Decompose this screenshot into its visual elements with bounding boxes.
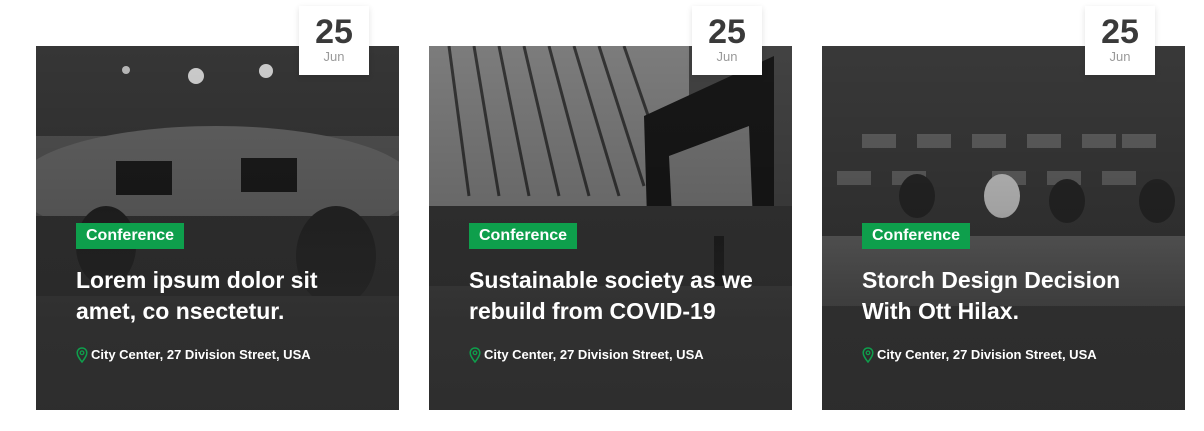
date-box: 25 Jun — [692, 6, 762, 75]
date-month: Jun — [323, 49, 345, 64]
location-text: City Center, 27 Division Street, USA — [91, 347, 311, 362]
category-badge[interactable]: Conference — [76, 223, 185, 249]
category-badge[interactable]: Conference — [469, 223, 578, 249]
event-card[interactable]: 25 Jun Conference Sustainable society as… — [429, 6, 792, 410]
date-day: 25 — [315, 13, 353, 51]
date-box: 25 Jun — [1085, 6, 1155, 75]
map-pin-icon — [469, 347, 481, 363]
event-card[interactable]: 25 Jun Conference Lorem ipsum dolor sit … — [36, 6, 399, 410]
location-text: City Center, 27 Division Street, USA — [484, 347, 704, 362]
event-cards-row: 25 Jun Conference Lorem ipsum dolor sit … — [0, 0, 1204, 431]
event-location: City Center, 27 Division Street, USA — [862, 346, 1097, 364]
date-box: 25 Jun — [299, 6, 369, 75]
event-title[interactable]: Lorem ipsum dolor sit amet, co nsectetur… — [76, 265, 366, 327]
event-title[interactable]: Sustainable society as we rebuild from C… — [469, 265, 759, 327]
date-month: Jun — [1109, 49, 1131, 64]
category-badge[interactable]: Conference — [862, 223, 971, 249]
event-card[interactable]: 25 Jun Conference Storch Design Decision… — [822, 6, 1185, 410]
map-pin-icon — [76, 347, 88, 363]
date-month: Jun — [716, 49, 738, 64]
event-location: City Center, 27 Division Street, USA — [469, 346, 704, 364]
event-title[interactable]: Storch Design Decision With Ott Hilax. — [862, 265, 1152, 327]
date-day: 25 — [1101, 13, 1139, 51]
location-text: City Center, 27 Division Street, USA — [877, 347, 1097, 362]
map-pin-icon — [862, 347, 874, 363]
date-day: 25 — [708, 13, 746, 51]
event-location: City Center, 27 Division Street, USA — [76, 346, 311, 364]
